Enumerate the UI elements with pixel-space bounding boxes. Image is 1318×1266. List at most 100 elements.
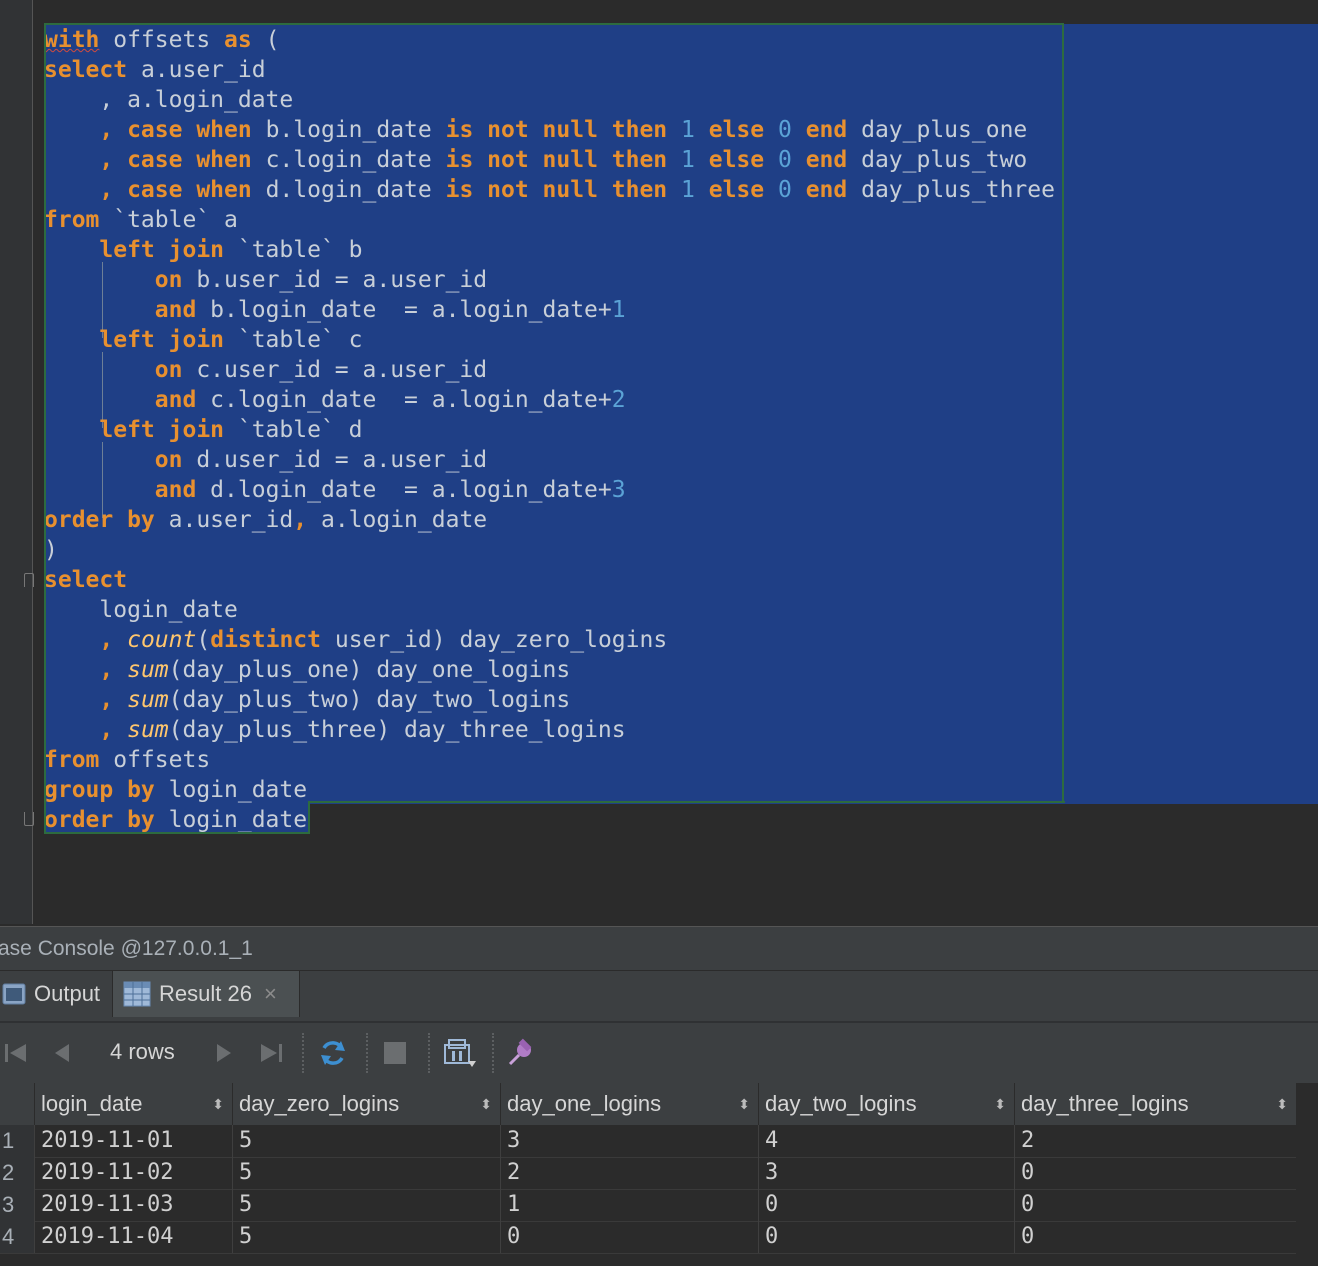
code-token: and xyxy=(154,477,197,503)
next-page-icon[interactable] xyxy=(210,1037,238,1069)
code-line[interactable]: , case when c.login_date is not null the… xyxy=(44,145,1055,175)
code-token: login_date xyxy=(154,777,308,803)
table-cell[interactable]: 2019-11-03 xyxy=(34,1189,232,1221)
code-line[interactable]: , case when d.login_date is not null the… xyxy=(44,175,1055,205)
sort-icon[interactable]: ⬍ xyxy=(994,1083,1006,1125)
column-header[interactable]: day_three_logins ⬍ xyxy=(1014,1083,1296,1125)
code-line[interactable]: on b.user_id = a.user_id xyxy=(44,265,1055,295)
table-cell[interactable]: 2 xyxy=(1014,1125,1296,1157)
table-cell[interactable]: 2019-11-02 xyxy=(34,1157,232,1189)
code-line[interactable]: , a.login_date xyxy=(44,85,1055,115)
last-page-icon[interactable] xyxy=(254,1037,288,1069)
code-line[interactable]: on d.user_id = a.user_id xyxy=(44,445,1055,475)
code-line[interactable]: , sum(day_plus_one) day_one_logins xyxy=(44,655,1055,685)
sort-icon[interactable]: ⬍ xyxy=(212,1083,224,1125)
result-grid[interactable]: login_date ⬍ day_zero_logins ⬍ day_one_log… xyxy=(0,1083,1318,1266)
column-header[interactable]: login_date ⬍ xyxy=(34,1083,232,1125)
editor-gutter xyxy=(0,0,34,924)
row-count[interactable]: 4 rows xyxy=(110,1039,175,1065)
table-row[interactable]: 2 2019-11-02 5 2 3 0 xyxy=(0,1157,1296,1190)
table-row[interactable]: 1 2019-11-01 5 3 4 2 xyxy=(0,1125,1296,1158)
code-line[interactable]: left join `table` d xyxy=(44,415,1055,445)
code-token: is not null then xyxy=(445,147,668,173)
code-line[interactable]: login_date xyxy=(44,595,1055,625)
table-cell[interactable]: 0 xyxy=(1014,1157,1296,1189)
console-title: ase Console @127.0.0.1_1 xyxy=(0,937,253,960)
stop-icon[interactable] xyxy=(380,1037,410,1069)
code-token: day_plus_one xyxy=(847,117,1028,143)
table-cell[interactable]: 2019-11-04 xyxy=(34,1221,232,1253)
code-token: 0 xyxy=(777,147,792,173)
table-cell[interactable]: 2019-11-01 xyxy=(34,1125,232,1157)
code-line[interactable]: , case when b.login_date is not null the… xyxy=(44,115,1055,145)
code-token: 1 xyxy=(611,297,626,323)
column-header[interactable]: day_one_logins ⬍ xyxy=(500,1083,758,1125)
code-token: 1 xyxy=(681,117,695,143)
close-tab-icon[interactable]: × xyxy=(264,981,277,1007)
tab-result[interactable]: Result 26 × xyxy=(112,971,300,1017)
code-line[interactable]: select xyxy=(44,565,1055,595)
row-number: 2 xyxy=(0,1157,34,1189)
column-header[interactable]: day_zero_logins ⬍ xyxy=(232,1083,500,1125)
table-cell[interactable]: 0 xyxy=(758,1221,1014,1253)
code-line[interactable]: left join `table` b xyxy=(44,235,1055,265)
fold-marker-icon[interactable] xyxy=(24,573,34,587)
code-line[interactable]: and c.login_date = a.login_date+2 xyxy=(44,385,1055,415)
code-line[interactable]: order by a.user_id, a.login_date xyxy=(44,505,1055,535)
table-cell[interactable]: 0 xyxy=(500,1221,758,1253)
table-cell[interactable]: 4 xyxy=(758,1125,1014,1157)
table-cell[interactable]: 5 xyxy=(232,1157,500,1189)
code-token: ( xyxy=(196,627,211,653)
table-row[interactable]: 4 2019-11-04 5 0 0 0 xyxy=(0,1221,1296,1254)
transaction-mode-icon[interactable] xyxy=(440,1037,480,1069)
code-line[interactable]: ) xyxy=(44,535,1055,565)
fold-end-marker-icon[interactable] xyxy=(24,812,34,826)
table-cell[interactable]: 3 xyxy=(758,1157,1014,1189)
code-token: , xyxy=(99,627,114,653)
table-cell[interactable]: 0 xyxy=(758,1189,1014,1221)
code-line[interactable]: left join `table` c xyxy=(44,325,1055,355)
code-token: c.login_date = a.login_date+ xyxy=(196,387,612,413)
table-cell[interactable]: 2 xyxy=(500,1157,758,1189)
first-page-icon[interactable] xyxy=(0,1037,32,1069)
code-line[interactable]: and d.login_date = a.login_date+3 xyxy=(44,475,1055,505)
tab-output[interactable]: Output xyxy=(0,971,112,1017)
code-line[interactable]: and b.login_date = a.login_date+1 xyxy=(44,295,1055,325)
code-line[interactable]: on c.user_id = a.user_id xyxy=(44,355,1055,385)
code-line[interactable]: , sum(day_plus_two) day_two_logins xyxy=(44,685,1055,715)
table-cell[interactable]: 0 xyxy=(1014,1221,1296,1253)
table-cell[interactable]: 1 xyxy=(500,1189,758,1221)
table-cell[interactable]: 5 xyxy=(232,1189,500,1221)
code-line[interactable]: with offsets as ( xyxy=(44,25,1055,55)
pin-tab-icon[interactable] xyxy=(504,1037,538,1069)
code-area[interactable]: with offsets as (select a.user_id , a.lo… xyxy=(44,25,1055,835)
refresh-icon[interactable] xyxy=(316,1037,350,1069)
sql-editor[interactable]: with offsets as (select a.user_id , a.lo… xyxy=(0,0,1318,924)
code-line[interactable]: from `table` a xyxy=(44,205,1055,235)
sort-icon[interactable]: ⬍ xyxy=(480,1083,492,1125)
sort-icon[interactable]: ⬍ xyxy=(738,1083,750,1125)
code-line[interactable]: order by login_date xyxy=(44,805,1055,835)
table-cell[interactable]: 0 xyxy=(1014,1189,1296,1221)
code-line[interactable]: from offsets xyxy=(44,745,1055,775)
column-header[interactable]: day_two_logins ⬍ xyxy=(758,1083,1014,1125)
code-token: 0 xyxy=(777,117,792,143)
code-line[interactable]: select a.user_id xyxy=(44,55,1055,85)
code-token: left join xyxy=(99,417,225,443)
table-row[interactable]: 3 2019-11-03 5 1 0 0 xyxy=(0,1189,1296,1222)
previous-page-icon[interactable] xyxy=(48,1037,76,1069)
table-cell[interactable]: 3 xyxy=(500,1125,758,1157)
code-token: , case when xyxy=(99,147,252,173)
table-cell[interactable]: 5 xyxy=(232,1221,500,1253)
code-line[interactable]: , sum(day_plus_three) day_three_logins xyxy=(44,715,1055,745)
code-line[interactable]: , count(distinct user_id) day_zero_login… xyxy=(44,625,1055,655)
table-cell[interactable]: 5 xyxy=(232,1125,500,1157)
sort-icon[interactable]: ⬍ xyxy=(1276,1083,1288,1125)
